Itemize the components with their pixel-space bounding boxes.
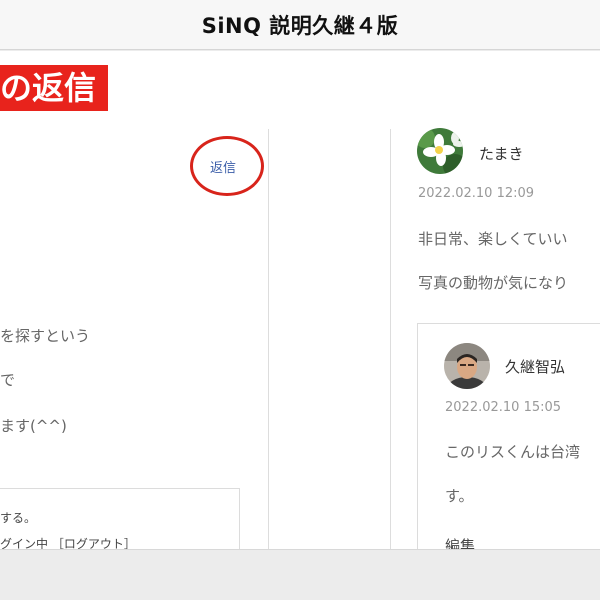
column-divider-left	[268, 129, 269, 549]
left-comment-text-1: を探すという	[0, 327, 91, 345]
title-bar: SiNQ 説明久継４版	[0, 0, 600, 50]
reply-section-heading: の返信	[0, 65, 109, 111]
left-comment-text-2: で	[0, 371, 16, 389]
comment-text-1: 非日常、楽しくていい	[418, 230, 568, 248]
flower-avatar-icon	[417, 128, 463, 174]
column-divider-right	[390, 129, 391, 549]
screenshot-page: SiNQ 説明久継４版 の返信 返信 を探すという で ます(^^) する。 グ…	[0, 0, 600, 600]
comment-date: 2022.02.10 12:09	[418, 186, 535, 201]
avatar	[444, 343, 490, 389]
comment-text-1: このリスくんは台湾	[445, 443, 581, 461]
logged-in-logout-text[interactable]: グイン中 ［ログアウト］	[0, 535, 136, 549]
page-title: SiNQ 説明久継４版	[201, 13, 399, 38]
person-avatar-icon	[444, 343, 490, 389]
comment-author[interactable]: たまき	[479, 143, 524, 164]
comment-text-2: 写真の動物が気になり	[418, 274, 569, 292]
avatar	[417, 128, 463, 174]
screenshot-content: の返信 返信 を探すという で ます(^^) する。 グイン中 ［ログアウト］	[0, 51, 600, 549]
bottom-bar	[0, 549, 600, 600]
comment-form-box: する。 グイン中 ［ログアウト］	[0, 488, 240, 549]
login-notice-text: する。	[0, 511, 37, 525]
comment-author[interactable]: 久継智弘	[505, 356, 565, 377]
comment-date: 2022.02.10 15:05	[445, 400, 562, 415]
edit-link[interactable]: 編集	[445, 535, 475, 549]
comment-text-2: す。	[445, 487, 474, 505]
reply-highlight-circle	[190, 136, 264, 196]
left-comment-text-3: ます(^^)	[0, 417, 67, 435]
